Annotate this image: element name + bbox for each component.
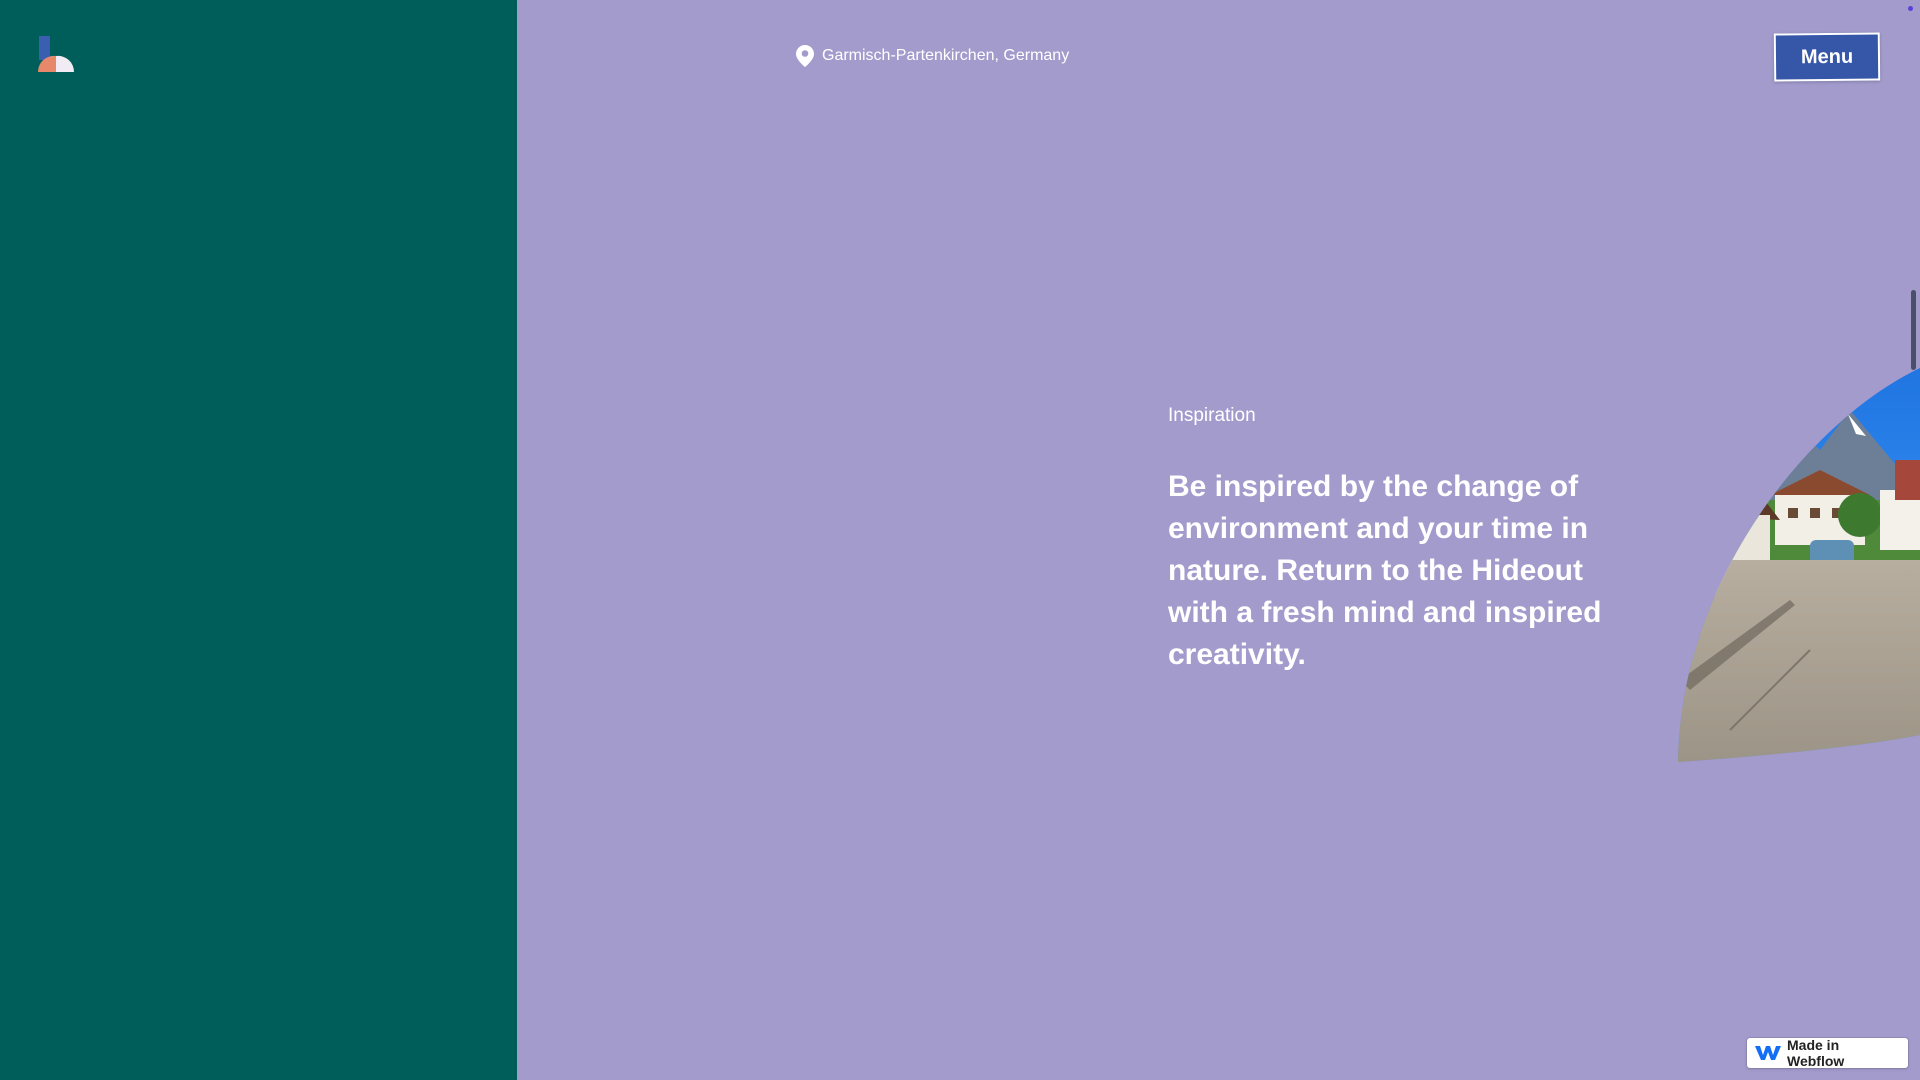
made-in-webflow-badge[interactable]: Made in Webflow xyxy=(1747,1037,1908,1069)
location-text: Garmisch-Partenkirchen, Germany xyxy=(822,47,1070,64)
webflow-icon xyxy=(1755,1045,1781,1061)
section-label: Inspiration xyxy=(1168,405,1256,426)
location: Garmisch-Partenkirchen, Germany xyxy=(796,45,1069,67)
map-pin-icon xyxy=(796,45,814,67)
webflow-badge-label: Made in Webflow xyxy=(1787,1037,1845,1069)
page: Garmisch-Partenkirchen, Germany Menu Ins… xyxy=(0,0,1920,1080)
left-panel xyxy=(0,0,517,1080)
corner-dot xyxy=(1908,6,1913,11)
village-mountain-image xyxy=(1670,350,1920,770)
scrollbar-thumb[interactable] xyxy=(1911,290,1916,370)
hideout-logo-icon[interactable] xyxy=(36,36,76,76)
menu-button[interactable]: Menu xyxy=(1773,32,1881,82)
section-text: Be inspired by the change of environment… xyxy=(1168,470,1602,671)
